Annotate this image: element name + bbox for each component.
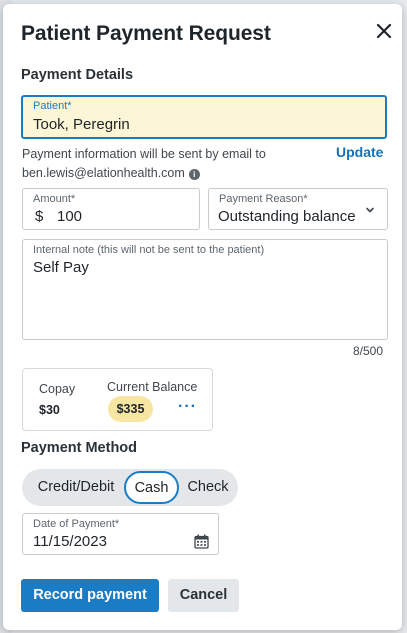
note-char-counter: 8/500 (353, 344, 384, 358)
close-icon[interactable] (374, 21, 394, 41)
patient-field-value[interactable]: Took, Peregrin (33, 116, 130, 133)
internal-note-value[interactable]: Self Pay (33, 259, 89, 276)
cancel-button[interactable]: Cancel (168, 579, 239, 612)
amount-field-label: Amount* (33, 193, 76, 205)
info-icon[interactable]: i (188, 169, 200, 180)
internal-note-label: Internal note (this will not be sent to … (33, 244, 265, 256)
current-balance-label: Current Balance (107, 380, 198, 394)
balance-card: Copay $30 Current Balance $335 ··· (22, 368, 213, 431)
email-info-text: Payment information will be sent by emai… (22, 145, 312, 183)
currency-symbol: $ (35, 208, 44, 225)
current-balance-badge: $335 (108, 396, 153, 422)
copay-value: $30 (39, 403, 60, 417)
payment-reason-label: Payment Reason* (219, 193, 308, 205)
date-of-payment-value[interactable]: 11/15/2023 (33, 533, 107, 550)
more-options-icon[interactable]: ··· (178, 398, 197, 416)
section-heading-payment-details: Payment Details (21, 67, 134, 83)
patient-field[interactable]: Patient* Took, Peregrin (21, 95, 387, 139)
record-payment-button[interactable]: Record payment (21, 579, 159, 612)
payment-reason-value: Outstanding balance (218, 208, 356, 225)
date-of-payment-field[interactable]: Date of Payment* 11/15/2023 (22, 513, 219, 555)
update-email-link[interactable]: Update (336, 144, 383, 160)
amount-field[interactable]: Amount* $ 100 (22, 188, 200, 230)
payment-request-modal: Patient Payment Request Payment Details … (3, 4, 402, 630)
section-heading-payment-method: Payment Method (21, 440, 138, 456)
calendar-icon[interactable] (194, 534, 209, 549)
date-of-payment-label: Date of Payment* (33, 518, 120, 530)
copay-label: Copay (39, 382, 76, 396)
amount-value[interactable]: 100 (57, 208, 82, 225)
payment-method-toggle: Credit/Debit Cash Check (22, 469, 238, 506)
method-option-cash[interactable]: Cash (124, 471, 179, 504)
method-option-check[interactable]: Check (184, 469, 232, 506)
payment-reason-select[interactable]: Payment Reason* Outstanding balance (208, 188, 388, 230)
method-option-credit-debit[interactable]: Credit/Debit (32, 469, 120, 506)
email-address: ben.lewis@elationhealth.com (22, 166, 185, 180)
internal-note-field[interactable]: Internal note (this will not be sent to … (22, 239, 388, 340)
chevron-down-icon (366, 207, 374, 213)
modal-title: Patient Payment Request (21, 22, 271, 45)
email-info-line: Payment information will be sent by emai… (22, 147, 266, 161)
patient-field-label: Patient* (33, 100, 72, 112)
